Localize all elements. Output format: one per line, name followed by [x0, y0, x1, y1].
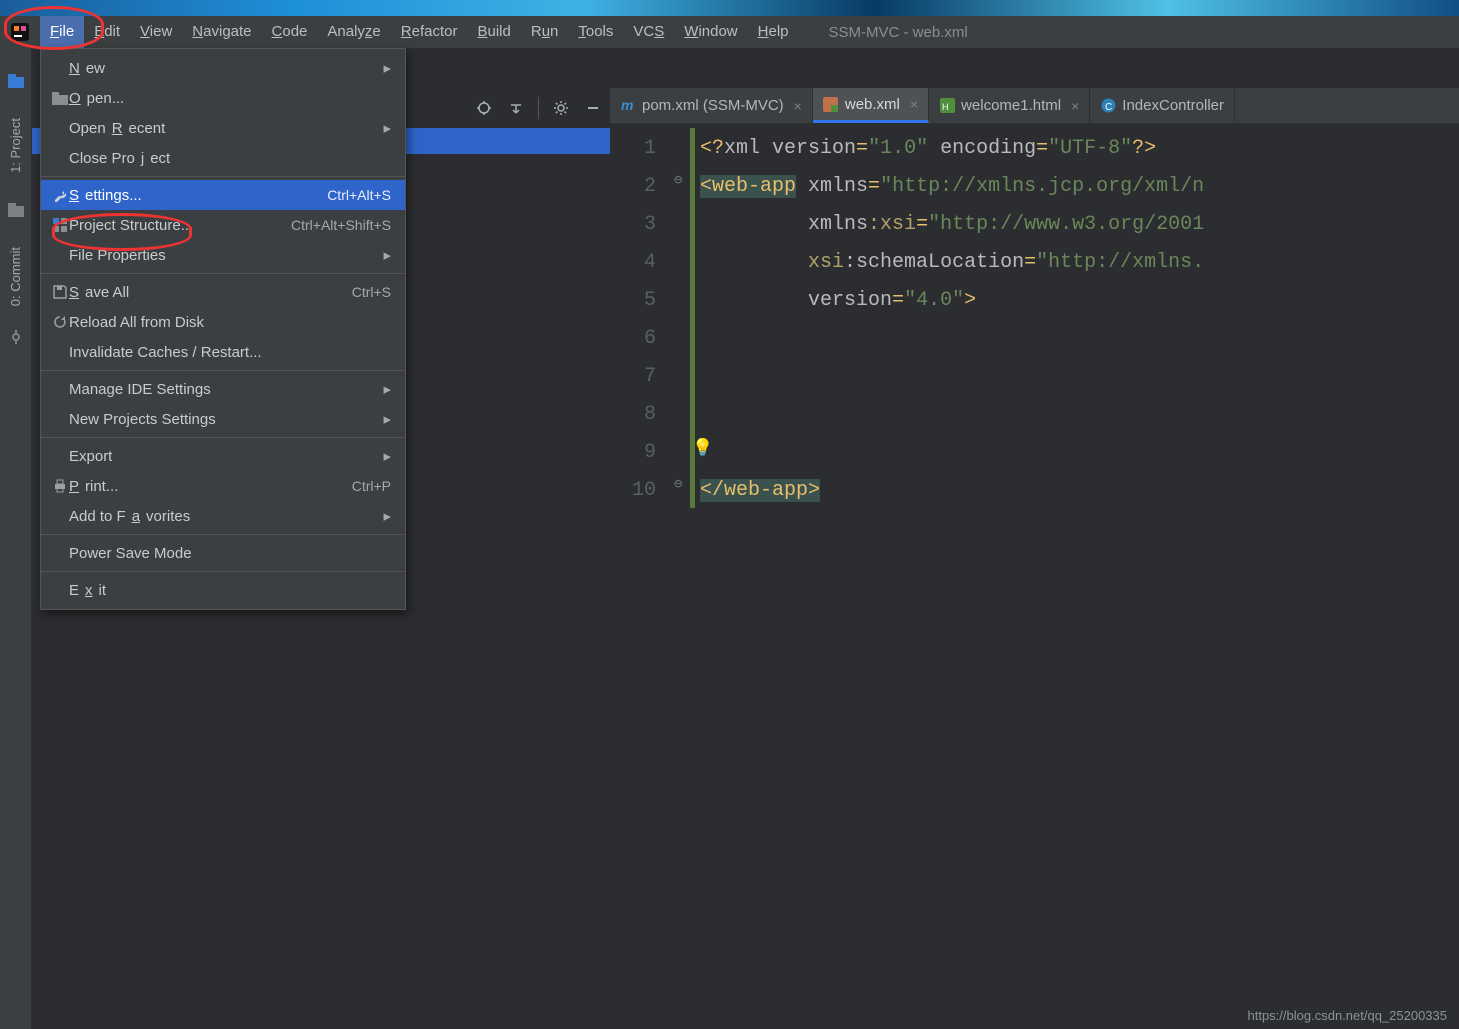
window-title: SSM-MVC - web.xml: [829, 24, 968, 41]
menu-vcs[interactable]: VCS: [623, 16, 674, 48]
locate-icon[interactable]: [470, 94, 498, 122]
folder-icon[interactable]: [8, 203, 24, 221]
menu-build[interactable]: Build: [467, 16, 520, 48]
commit-icon[interactable]: [9, 330, 23, 348]
tab-label: pom.xml (SSM-MVC): [642, 97, 784, 114]
menu-open[interactable]: Open...: [41, 83, 405, 113]
menu-refactor[interactable]: Refactor: [391, 16, 468, 48]
menu-file[interactable]: File: [40, 16, 84, 48]
file-menu-dropdown: New▸ Open... Open Recent▸ Close Project …: [40, 48, 406, 610]
xml-icon: [823, 96, 839, 112]
menu-project-structure[interactable]: Project Structure...Ctrl+Alt+Shift+S: [41, 210, 405, 240]
fold-icon[interactable]: ⊖: [674, 476, 682, 493]
app-logo: [0, 16, 40, 48]
intention-bulb-icon[interactable]: 💡: [692, 438, 713, 459]
menu-new[interactable]: New▸: [41, 53, 405, 83]
tab-index-controller[interactable]: C IndexController: [1090, 88, 1235, 123]
folder-icon[interactable]: [8, 74, 24, 92]
menu-run[interactable]: Run: [521, 16, 569, 48]
menu-manage-ide-settings[interactable]: Manage IDE Settings▸: [41, 374, 405, 404]
editor-gutter: ⊖ ⊖ 💡: [670, 124, 700, 1003]
tab-web-xml[interactable]: web.xml ×: [813, 88, 929, 123]
tool-window-stripe-left: 1: Project 0: Commit: [0, 48, 32, 1029]
tab-pom[interactable]: m pom.xml (SSM-MVC) ×: [610, 88, 813, 123]
menu-settings[interactable]: Settings...Ctrl+Alt+S: [41, 180, 405, 210]
watermark: https://blog.csdn.net/qq_25200335: [1248, 1008, 1448, 1023]
menu-edit[interactable]: Edit: [84, 16, 130, 48]
menu-view[interactable]: View: [130, 16, 182, 48]
menu-close-project[interactable]: Close Project: [41, 143, 405, 173]
menu-export[interactable]: Export▸: [41, 441, 405, 471]
close-icon[interactable]: ×: [910, 96, 918, 112]
tool-window-commit[interactable]: 0: Commit: [8, 247, 23, 306]
menu-add-favorites[interactable]: Add to Favorites▸: [41, 501, 405, 531]
menu-bar: File Edit View Navigate Code Analyze Ref…: [0, 16, 1459, 48]
close-icon[interactable]: ×: [1071, 98, 1079, 114]
menu-window[interactable]: Window: [674, 16, 747, 48]
expand-icon[interactable]: [502, 94, 530, 122]
print-icon: [51, 479, 69, 493]
menu-tools[interactable]: Tools: [568, 16, 623, 48]
menu-file-properties[interactable]: File Properties▸: [41, 240, 405, 270]
class-icon: C: [1100, 98, 1116, 114]
project-tool-buttons: [460, 88, 617, 128]
save-icon: [51, 285, 69, 299]
code-content[interactable]: <?xml version="1.0" encoding="UTF-8"?> <…: [700, 124, 1459, 1003]
menu-power-save[interactable]: Power Save Mode: [41, 538, 405, 568]
wrench-icon: [51, 188, 69, 202]
tab-label: welcome1.html: [961, 97, 1061, 114]
tool-window-project[interactable]: 1: Project: [8, 118, 23, 173]
minimize-icon[interactable]: [579, 94, 607, 122]
menu-code[interactable]: Code: [262, 16, 318, 48]
line-numbers: 12345678910: [610, 124, 670, 1003]
tab-label: IndexController: [1122, 97, 1224, 114]
tab-label: web.xml: [845, 96, 900, 113]
fold-icon[interactable]: ⊖: [674, 172, 682, 189]
menu-invalidate-caches[interactable]: Invalidate Caches / Restart...: [41, 337, 405, 367]
structure-icon: [51, 218, 69, 232]
menu-print[interactable]: Print...Ctrl+P: [41, 471, 405, 501]
editor-area[interactable]: 12345678910 ⊖ ⊖ 💡 <?xml version="1.0" en…: [610, 124, 1459, 1003]
menu-save-all[interactable]: Save AllCtrl+S: [41, 277, 405, 307]
window-title-bar: [0, 0, 1459, 16]
editor-tabs: m pom.xml (SSM-MVC) × web.xml × H welcom…: [610, 88, 1459, 124]
close-icon[interactable]: ×: [794, 98, 802, 114]
menu-open-recent[interactable]: Open Recent▸: [41, 113, 405, 143]
maven-icon: m: [620, 98, 636, 114]
folder-icon: [51, 92, 69, 105]
menu-reload-disk[interactable]: Reload All from Disk: [41, 307, 405, 337]
menu-navigate[interactable]: Navigate: [182, 16, 261, 48]
svg-text:m: m: [621, 98, 633, 113]
tab-welcome-html[interactable]: H welcome1.html ×: [929, 88, 1090, 123]
svg-text:C: C: [1105, 102, 1112, 113]
menu-help[interactable]: Help: [748, 16, 799, 48]
menu-new-projects-settings[interactable]: New Projects Settings▸: [41, 404, 405, 434]
menu-exit[interactable]: Exit: [41, 575, 405, 605]
html-icon: H: [939, 98, 955, 114]
svg-text:H: H: [942, 102, 949, 112]
gear-icon[interactable]: [547, 94, 575, 122]
menu-analyze[interactable]: Analyze: [317, 16, 390, 48]
reload-icon: [51, 315, 69, 329]
